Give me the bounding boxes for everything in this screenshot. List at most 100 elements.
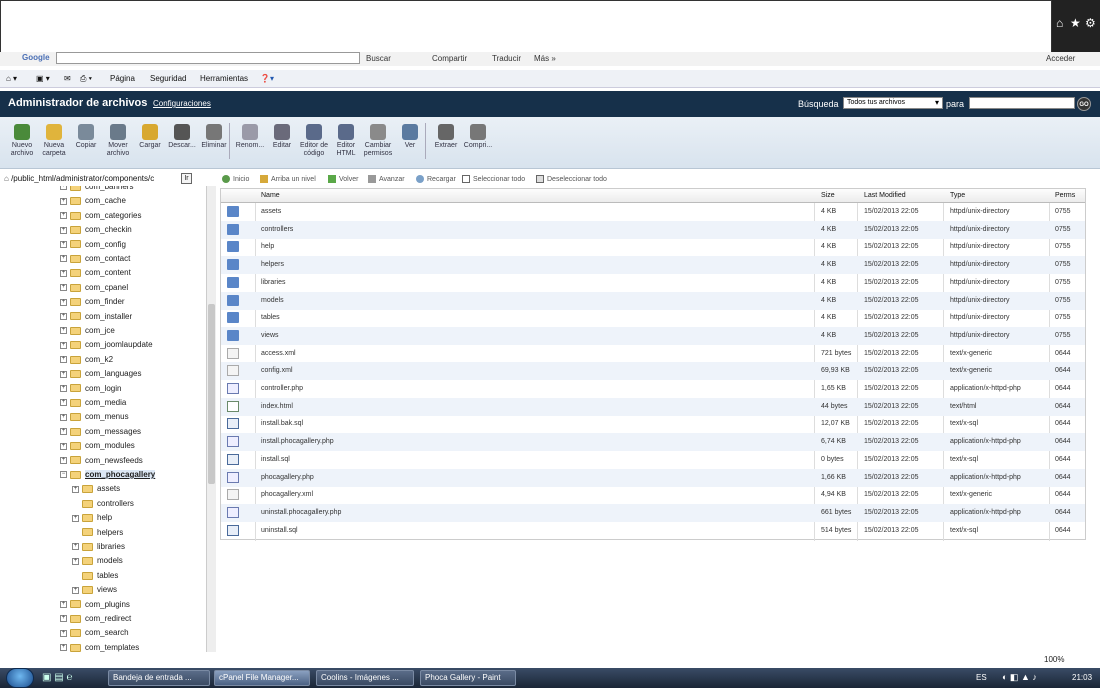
expand-icon[interactable]: + [60, 312, 67, 320]
table-row[interactable]: install.sql 0 bytes 15/02/2013 22:05 text/x… [221, 451, 1085, 469]
google-search-button[interactable]: Buscar [366, 54, 391, 63]
share-button[interactable]: Compartir [432, 54, 467, 63]
taskbar-button[interactable]: Phoca Gallery - Paint [420, 670, 516, 686]
tree-item[interactable]: + libraries [72, 542, 125, 556]
expand-icon[interactable]: + [60, 399, 67, 407]
tree-item[interactable]: + com_menus [60, 412, 129, 426]
expand-icon[interactable]: + [60, 629, 67, 637]
reload-button[interactable]: Recargar [416, 175, 456, 183]
tree-item[interactable]: + com_cache [60, 196, 126, 210]
tree-item[interactable]: + com_content [60, 268, 131, 282]
forward-button[interactable]: Avanzar [368, 175, 405, 183]
toolbar-button-5[interactable]: Descar... [166, 124, 198, 150]
expand-icon[interactable]: + [60, 284, 67, 292]
signin-link[interactable]: Acceder [1046, 54, 1075, 63]
deselect-all-button[interactable]: Deseleccionar todo [536, 175, 607, 183]
toolbar-button-12[interactable]: Ver [394, 124, 426, 150]
tree-item[interactable]: + com_templates [60, 643, 139, 652]
tree-item[interactable]: + com_config [60, 240, 126, 254]
table-row[interactable]: uninstall.sql 514 bytes 15/02/2013 22:05 te… [221, 522, 1085, 540]
tree-item[interactable]: + com_installer [60, 312, 132, 326]
back-button[interactable]: Volver [328, 175, 358, 183]
tree-item[interactable]: + com_messages [60, 427, 141, 441]
expand-icon[interactable]: + [60, 644, 67, 652]
table-row[interactable]: models 4 KB 15/02/2013 22:05 httpd/unix-dir… [221, 291, 1085, 310]
settings-link[interactable]: Configuraciones [153, 99, 211, 108]
tree-item[interactable]: helpers [72, 528, 123, 542]
expand-icon[interactable]: + [60, 240, 67, 248]
expand-icon[interactable]: + [60, 600, 67, 608]
expand-icon[interactable]: + [72, 586, 79, 594]
expand-icon[interactable]: + [72, 514, 79, 522]
table-row[interactable]: help 4 KB 15/02/2013 22:05 httpd/unix-direc… [221, 238, 1085, 256]
up-level-button[interactable]: Arriba un nivel [260, 175, 316, 183]
language-indicator[interactable]: ES [976, 673, 987, 682]
quicklaunch-icons[interactable]: ▣ ▤ ℮ [42, 672, 72, 683]
toolbar-button-7[interactable]: Renom... [234, 124, 266, 150]
expand-icon[interactable]: + [60, 428, 67, 436]
column-header-perms[interactable]: Perms [1055, 192, 1075, 199]
gear-icon[interactable]: ⚙ [1085, 16, 1096, 30]
taskbar-button[interactable]: cPanel File Manager... [214, 670, 310, 686]
tree-item[interactable]: + com_languages [60, 369, 141, 383]
help-icon[interactable]: ❓▾ [260, 74, 274, 83]
expand-icon[interactable]: + [60, 255, 67, 263]
tree-item[interactable]: + com_redirect [60, 614, 131, 628]
tree-item[interactable]: + com_checkin [60, 225, 132, 239]
expand-icon[interactable]: + [60, 615, 67, 623]
toolbar-button-1[interactable]: Nueva carpeta [38, 124, 70, 158]
expand-icon[interactable]: + [60, 269, 67, 277]
table-row[interactable]: phocagallery.xml 4,94 KB 15/02/2013 22:05 t… [221, 486, 1085, 504]
toolbar-button-8[interactable]: Editar [266, 124, 298, 150]
expand-icon[interactable]: + [60, 370, 67, 378]
clock[interactable]: 21:03 [1072, 673, 1092, 682]
tree-item[interactable]: + com_contact [60, 254, 130, 268]
column-header-size[interactable]: Size [821, 192, 835, 199]
expand-icon[interactable]: + [60, 384, 67, 392]
tree-item[interactable]: + models [72, 556, 123, 570]
tree-item[interactable]: + com_search [60, 628, 129, 642]
table-row[interactable]: uninstall.phocagallery.php 661 bytes 15/02… [221, 503, 1085, 522]
toolbar-button-13[interactable]: Extraer [430, 124, 462, 150]
tray-icons[interactable]: ◐ ◧ ▲ ♪ [1002, 672, 1037, 683]
expand-icon[interactable]: + [72, 543, 79, 551]
table-row[interactable]: index.html 44 bytes 15/02/2013 22:05 text/h… [221, 397, 1085, 416]
tree-item[interactable]: + com_modules [60, 441, 135, 455]
expand-icon[interactable]: + [60, 442, 67, 450]
collapse-icon[interactable]: − [60, 471, 67, 479]
toolbar-button-4[interactable]: Cargar [134, 124, 166, 150]
tree-item[interactable]: + com_k2 [60, 355, 113, 369]
tree-item[interactable]: + com_categories [60, 211, 141, 225]
toolbar-button-11[interactable]: Cambiar permisos [362, 124, 394, 158]
table-row[interactable]: assets 4 KB 15/02/2013 22:05 httpd/unix-dir… [221, 203, 1085, 221]
tree-item[interactable]: + assets [72, 484, 120, 498]
toolbar-button-10[interactable]: Editor HTML [330, 124, 362, 158]
tree-scrollbar[interactable] [206, 186, 216, 652]
table-row[interactable]: install.phocagallery.php 6,74 KB 15/02/201… [221, 433, 1085, 452]
expand-icon[interactable]: + [60, 197, 67, 205]
tree-item[interactable]: + help [72, 513, 112, 527]
tree-item[interactable]: tables [72, 571, 118, 585]
select-all-button[interactable]: Seleccionar todo [462, 175, 525, 183]
tree-item[interactable]: + views [72, 585, 117, 599]
column-header-type[interactable]: Type [950, 192, 965, 199]
home-nav-button[interactable]: Inicio [222, 175, 249, 183]
table-row[interactable]: views 4 KB 15/02/2013 22:05 httpd/unix-dire… [221, 326, 1085, 345]
table-row[interactable]: tables 4 KB 15/02/2013 22:05 httpd/unix-dir… [221, 309, 1085, 327]
favorites-star-icon[interactable]: ★ [1070, 16, 1081, 30]
toolbar-button-2[interactable]: Copiar [70, 124, 102, 150]
expand-icon[interactable]: + [60, 327, 67, 335]
tree-item[interactable]: + com_plugins [60, 600, 130, 614]
tools-menu[interactable]: Herramientas [200, 74, 248, 83]
tree-item[interactable]: + com_cpanel [60, 283, 128, 297]
zoom-level[interactable]: 100% [1044, 655, 1064, 664]
translate-button[interactable]: Traducir [492, 54, 521, 63]
expand-icon[interactable]: + [60, 356, 67, 364]
start-button[interactable] [6, 668, 34, 688]
expand-icon[interactable]: + [72, 485, 79, 493]
column-header-name[interactable]: Name [261, 192, 280, 199]
search-input[interactable] [969, 97, 1075, 109]
table-row[interactable]: controllers 4 KB 15/02/2013 22:05 httpd/uni… [221, 220, 1085, 239]
toolbar-button-6[interactable]: Eliminar [198, 124, 230, 150]
tree-item[interactable]: + com_joomlaupdate [60, 340, 153, 354]
